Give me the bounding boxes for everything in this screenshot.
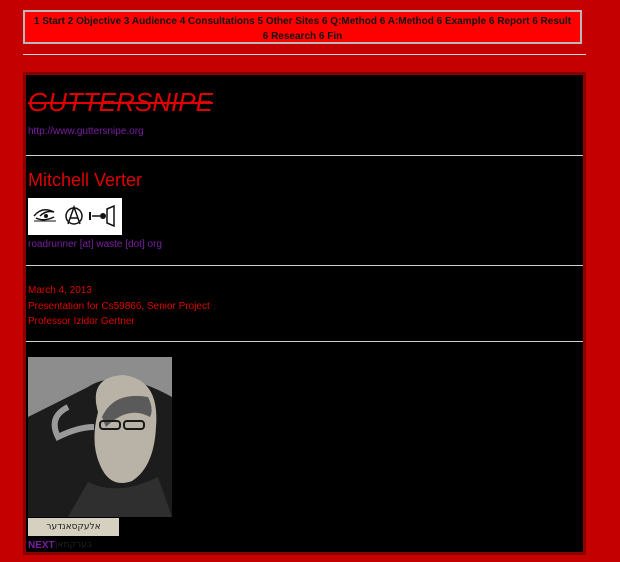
nav-item-example[interactable]: 6 Example	[437, 16, 486, 27]
nav-item-consultations[interactable]: 4 Consultations	[180, 16, 255, 27]
photo-caption: אלעקסאנדער בערקמאן	[28, 518, 119, 550]
section-divider	[26, 265, 583, 266]
nav-item-research[interactable]: 6 Research	[263, 31, 316, 42]
nav-item-objective[interactable]: 2 Objective	[68, 16, 121, 27]
nav-item-audience[interactable]: 3 Audience	[124, 16, 177, 27]
presentation-date: March 4, 2013	[28, 285, 92, 296]
nav-item-start[interactable]: 1 Start	[34, 16, 65, 27]
nav-item-report[interactable]: 6 Report	[489, 16, 530, 27]
top-divider	[23, 54, 586, 55]
nav-item-a-method[interactable]: 6 A:Method	[380, 16, 434, 27]
content-panel: GUTTERSNIPE http://www.guttersnipe.org M…	[23, 72, 586, 555]
nav-item-other-sites[interactable]: 5 Other Sites	[257, 16, 319, 27]
next-link[interactable]: NEXT	[28, 540, 55, 551]
section-divider	[26, 155, 583, 156]
presentation-title: Presentation for Cs59866, Senior Project	[28, 300, 210, 312]
professor-name: Professor Izidor Gertner	[28, 316, 135, 327]
site-title: GUTTERSNIPE	[28, 87, 213, 117]
author-email-link[interactable]: roadrunner [at] waste [dot] org	[28, 239, 162, 250]
presentation-info: March 4, 2013 Presentation for Cs59866, …	[28, 283, 210, 330]
nav-item-result[interactable]: 6 Result	[532, 16, 571, 27]
nav-item-q-method[interactable]: 6 Q:Method	[322, 16, 377, 27]
top-nav-bar: 1 Start 2 Objective 3 Audience 4 Consult…	[23, 10, 582, 44]
site-url-link[interactable]: http://www.guttersnipe.org	[28, 126, 144, 137]
anarchist-signature-logo	[28, 198, 122, 235]
author-name: Mitchell Verter	[28, 170, 143, 190]
section-divider	[26, 341, 583, 342]
nav-item-fin[interactable]: 6 Fin	[319, 31, 342, 42]
portrait-photo	[28, 357, 172, 517]
